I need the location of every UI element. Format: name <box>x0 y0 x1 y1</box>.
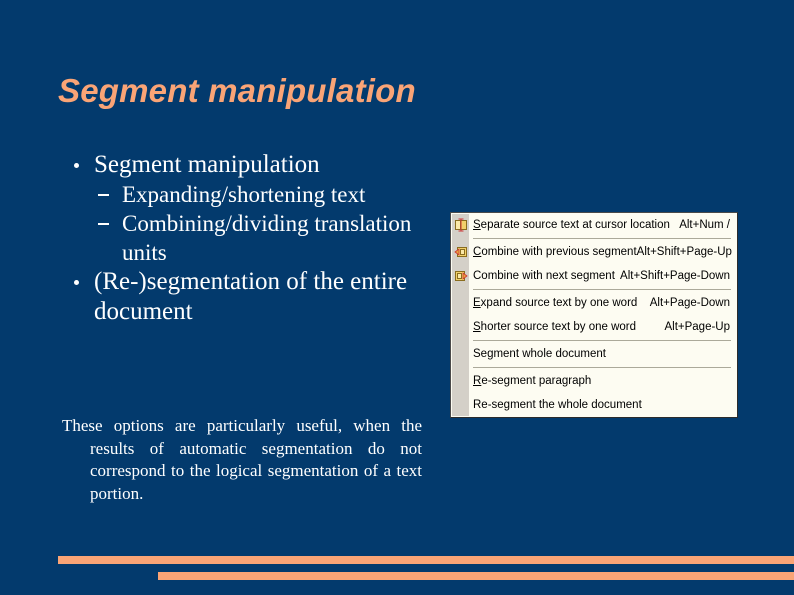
menu-item-shortcut: Alt+Shift+Page-Down <box>620 270 730 282</box>
menu-item-shortcut: Alt+Page-Down <box>649 297 730 309</box>
sub-bullet-text: Expanding/shortening text <box>122 182 366 207</box>
menu-item-label-rest: Re-segment the whole document <box>473 399 642 411</box>
menu-item-expand-source-text[interactable]: Expand source text by one word Alt+Page-… <box>451 291 737 315</box>
menu-item-separate-source-text[interactable]: Separate source text at cursor location … <box>451 213 737 237</box>
menu-item-shortcut: Alt+Page-Up <box>664 321 730 333</box>
note-paragraph: These options are particularly useful, w… <box>62 415 422 505</box>
menu-separator <box>473 367 731 368</box>
combine-next-icon <box>454 269 468 283</box>
list-item: Combining/dividing translation units <box>94 209 428 267</box>
list-item: Segment manipulation Expanding/shortenin… <box>58 150 428 267</box>
list-item: Expanding/shortening text <box>94 180 428 209</box>
menu-item-label: Re-segment paragraph <box>473 375 591 387</box>
menu-item-label: Separate source text at cursor location <box>473 219 670 231</box>
menu-item-shortcut: Alt+Shift+Page-Up <box>636 246 732 258</box>
bullet-text: (Re-)segmentation of the entire document <box>94 268 408 325</box>
menu-item-re-segment-paragraph[interactable]: Re-segment paragraph <box>451 369 737 393</box>
menu-item-label-rest: eparate source text at cursor location <box>480 219 670 231</box>
menu-group: Separate source text at cursor location … <box>451 213 737 237</box>
bullet-dot-icon <box>74 280 79 285</box>
menu-item-label: Shorter source text by one word <box>473 321 636 333</box>
menu-separator <box>473 289 731 290</box>
decorative-bar-lower <box>158 572 794 580</box>
note-paragraph-text: These options are particularly useful, w… <box>62 416 422 503</box>
menu-group: Expand source text by one word Alt+Page-… <box>451 291 737 339</box>
menu-item-segment-whole-document[interactable]: Segment whole document <box>451 342 737 366</box>
bullet-dot-icon <box>74 163 79 168</box>
presentation-slide: Segment manipulation Segment manipulatio… <box>0 0 794 595</box>
menu-item-shortcut: Alt+Num / <box>679 219 730 231</box>
menu-item-combine-next-segment[interactable]: Combine with next segment Alt+Shift+Page… <box>451 264 737 288</box>
menu-group: Re-segment paragraph Re-segment the whol… <box>451 369 737 417</box>
menu-group: Segment whole document <box>451 342 737 366</box>
accelerator-char: S <box>473 321 481 333</box>
menu-item-label: Re-segment the whole document <box>473 399 642 411</box>
menu-item-label: Expand source text by one word <box>473 297 637 309</box>
list-item: (Re-)segmentation of the entire document <box>58 267 428 327</box>
page-title: Segment manipulation <box>58 72 416 110</box>
menu-item-shorter-source-text[interactable]: Shorter source text by one word Alt+Page… <box>451 315 737 339</box>
menu-item-label-rest: e-segment paragraph <box>481 375 592 387</box>
separate-segment-icon <box>454 218 468 232</box>
menu-item-label: Segment whole document <box>473 348 606 360</box>
menu-item-label-rest: horter source text by one word <box>480 321 637 333</box>
accelerator-char: S <box>473 219 481 231</box>
menu-separator <box>473 340 731 341</box>
accelerator-char: E <box>473 297 481 309</box>
decorative-bar-upper <box>58 556 794 564</box>
menu-item-label-rest: xpand source text by one word <box>480 297 638 309</box>
slide-body-content: Segment manipulation Expanding/shortenin… <box>58 150 428 327</box>
dash-icon <box>98 194 109 196</box>
menu-group: Combine with previous segment Alt+Shift+… <box>451 240 737 288</box>
combine-previous-icon <box>454 245 468 259</box>
menu-item-label-rest: Combine with next segment <box>473 270 615 282</box>
bullet-text: Segment manipulation <box>94 151 320 178</box>
sub-bullet-text: Combining/dividing translation units <box>122 211 412 265</box>
bullet-list: Segment manipulation Expanding/shortenin… <box>58 150 428 327</box>
menu-item-label-rest: ombine with previous segment <box>481 246 637 258</box>
menu-item-label-rest: Segment whole document <box>473 348 606 360</box>
sub-bullet-list: Expanding/shortening text Combining/divi… <box>94 180 428 267</box>
context-menu-screenshot: Separate source text at cursor location … <box>450 212 738 418</box>
menu-item-label: Combine with next segment <box>473 270 615 282</box>
menu-item-label: Combine with previous segment <box>473 246 637 258</box>
menu-item-combine-previous-segment[interactable]: Combine with previous segment Alt+Shift+… <box>451 240 737 264</box>
dash-icon <box>98 223 109 225</box>
menu-separator <box>473 238 731 239</box>
menu-item-re-segment-whole-document[interactable]: Re-segment the whole document <box>451 393 737 417</box>
